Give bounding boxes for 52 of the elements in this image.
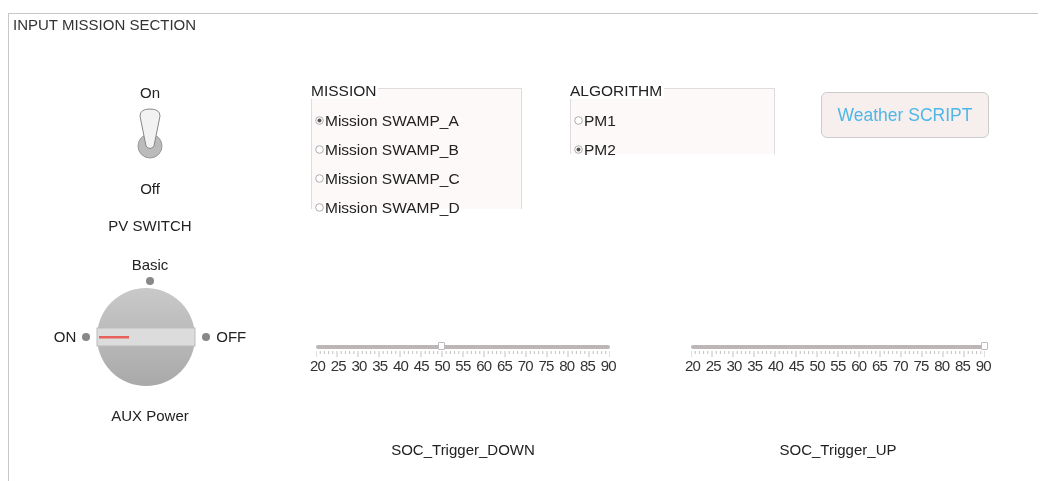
slider-thumb[interactable]: [981, 342, 988, 350]
tick-label: 85: [579, 357, 596, 374]
slider-label: SOC_Trigger_DOWN: [391, 440, 535, 460]
slider-track[interactable]: [316, 345, 610, 349]
tick-label: 85: [954, 357, 971, 374]
tick-label: 25: [330, 357, 346, 374]
tick-label: 75: [913, 357, 929, 374]
tick-label: 90: [600, 357, 616, 374]
radio-option[interactable]: PM2: [574, 135, 775, 164]
tick-label: 70: [517, 357, 533, 374]
radio-option[interactable]: Mission SWAMP_C: [315, 164, 522, 193]
tick-label: 30: [351, 357, 367, 374]
tick-label: 55: [455, 357, 471, 374]
tick-label: 35: [747, 357, 763, 374]
tick-label: 90: [975, 357, 991, 374]
knob-position-label: OFF: [216, 326, 247, 347]
tick-label: 40: [768, 357, 784, 374]
radio-option[interactable]: Mission SWAMP_A: [315, 106, 522, 135]
tick-label: 80: [934, 357, 950, 374]
tick-label: 60: [851, 357, 867, 374]
tick-label: 55: [830, 357, 846, 374]
tick-label: 30: [726, 357, 742, 374]
radio-option[interactable]: Mission SWAMP_D: [315, 193, 522, 222]
switch-off-label: Off: [140, 180, 160, 198]
tick-label: 65: [871, 357, 887, 374]
section-title: INPUT MISSION SECTION: [12, 15, 198, 34]
tick-label: 50: [809, 357, 825, 374]
rotary-knob[interactable]: [96, 287, 197, 387]
switch-on-label: On: [140, 84, 160, 102]
radio-option[interactable]: Mission SWAMP_B: [315, 135, 522, 164]
radio-option[interactable]: PM1: [574, 106, 775, 135]
tick-label: 70: [892, 357, 908, 374]
tick-label: 65: [496, 357, 512, 374]
knob-position-label: Basic: [131, 256, 169, 274]
toggle-switch[interactable]: [136, 108, 164, 160]
tick-label: 80: [559, 357, 575, 374]
knob-label: AUX Power: [111, 407, 189, 425]
tick-label: 20: [310, 357, 326, 374]
tick-label: 35: [372, 357, 388, 374]
tick-label: 45: [413, 357, 429, 374]
tick-label: 25: [705, 357, 721, 374]
tick-label: 75: [538, 357, 554, 374]
tick-label: 40: [393, 357, 409, 374]
tick-label: 50: [434, 357, 450, 374]
tick-label: 20: [685, 357, 701, 374]
slider-track[interactable]: [691, 345, 985, 349]
knob-position-label: ON: [53, 326, 77, 347]
slider-label: SOC_Trigger_UP: [779, 440, 897, 460]
tick-label: 45: [788, 357, 804, 374]
slider-thumb[interactable]: [438, 342, 446, 350]
tick-label: 60: [476, 357, 492, 374]
switch-label: PV SWITCH: [108, 217, 192, 235]
